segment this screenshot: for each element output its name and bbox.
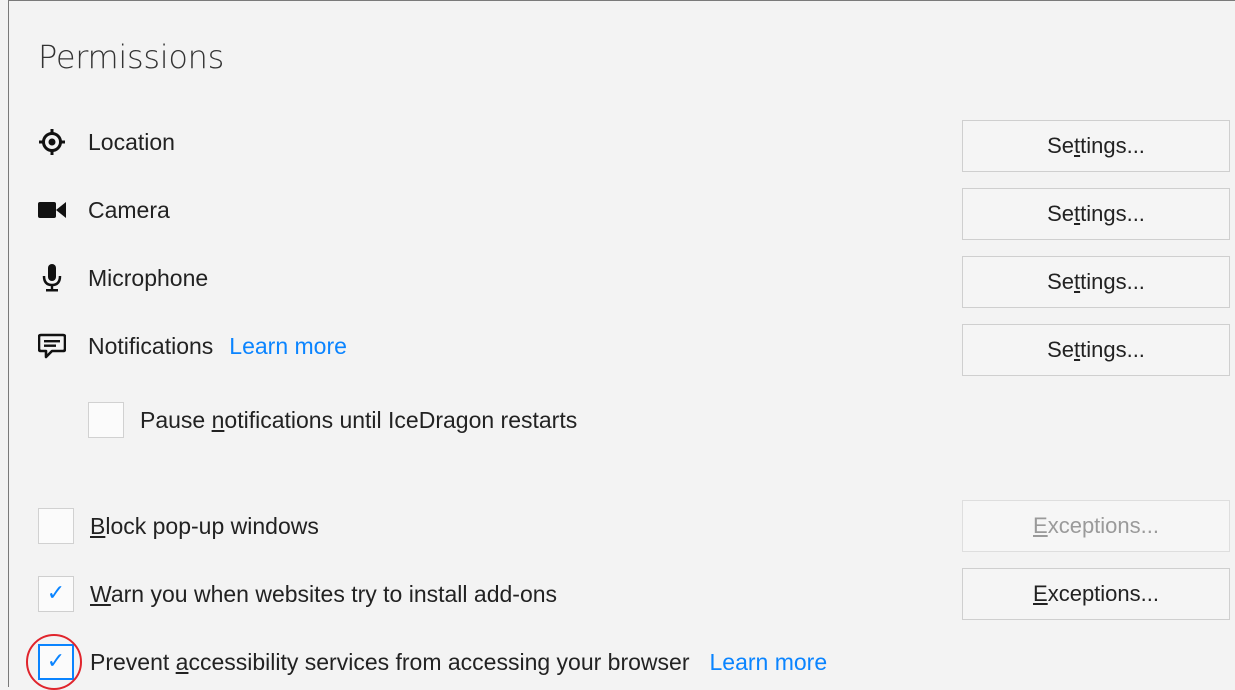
checkmark-icon: ✓ xyxy=(46,581,66,606)
notifications-label: Notifications xyxy=(88,332,214,359)
microphone-label: Microphone xyxy=(88,264,209,291)
microphone-settings-button[interactable]: Settings... xyxy=(962,256,1230,308)
button-label: Settings... xyxy=(1047,269,1145,294)
block-popups-checkbox[interactable] xyxy=(38,508,74,544)
permission-row-location: Location xyxy=(38,128,175,156)
block-popups-row: Block pop-up windows xyxy=(38,508,319,544)
button-label: Exceptions... xyxy=(1033,513,1159,538)
permission-row-camera: Camera xyxy=(38,196,170,224)
button-label: Settings... xyxy=(1047,133,1145,158)
notifications-settings-button[interactable]: Settings... xyxy=(962,324,1230,376)
warn-addons-exceptions-button[interactable]: Exceptions... xyxy=(962,568,1230,620)
section-title: Permissions xyxy=(38,38,224,76)
block-popups-label[interactable]: Block pop-up windows xyxy=(90,513,319,540)
prevent-accessibility-row: ✓ Prevent accessibility services from ac… xyxy=(38,644,827,680)
notification-speech-bubble-icon xyxy=(38,332,66,360)
notifications-learn-more-link[interactable]: Learn more xyxy=(229,333,347,360)
pause-notifications-label[interactable]: Pause notifications until IceDragon rest… xyxy=(140,407,577,434)
prevent-accessibility-label[interactable]: Prevent accessibility services from acce… xyxy=(90,649,690,676)
camera-label: Camera xyxy=(88,196,170,223)
microphone-icon xyxy=(38,264,66,292)
warn-addons-row: ✓ Warn you when websites try to install … xyxy=(38,576,557,612)
button-label: Settings... xyxy=(1047,201,1145,226)
location-label: Location xyxy=(88,128,175,155)
warn-addons-label[interactable]: Warn you when websites try to install ad… xyxy=(90,581,557,608)
permission-row-microphone: Microphone xyxy=(38,264,208,292)
button-label: Exceptions... xyxy=(1033,581,1159,606)
camera-settings-button[interactable]: Settings... xyxy=(962,188,1230,240)
pause-notifications-checkbox[interactable] xyxy=(88,402,124,438)
accessibility-learn-more-link[interactable]: Learn more xyxy=(710,649,828,676)
location-settings-button[interactable]: Settings... xyxy=(962,120,1230,172)
warn-addons-checkbox[interactable]: ✓ xyxy=(38,576,74,612)
pause-notifications-row: Pause notifications until IceDragon rest… xyxy=(88,402,577,438)
location-target-icon xyxy=(38,128,66,156)
permission-row-notifications: Notifications Learn more xyxy=(38,332,347,360)
button-label: Settings... xyxy=(1047,337,1145,362)
block-popups-exceptions-button: Exceptions... xyxy=(962,500,1230,552)
camera-icon xyxy=(38,196,66,224)
red-highlight-circle xyxy=(26,634,82,690)
